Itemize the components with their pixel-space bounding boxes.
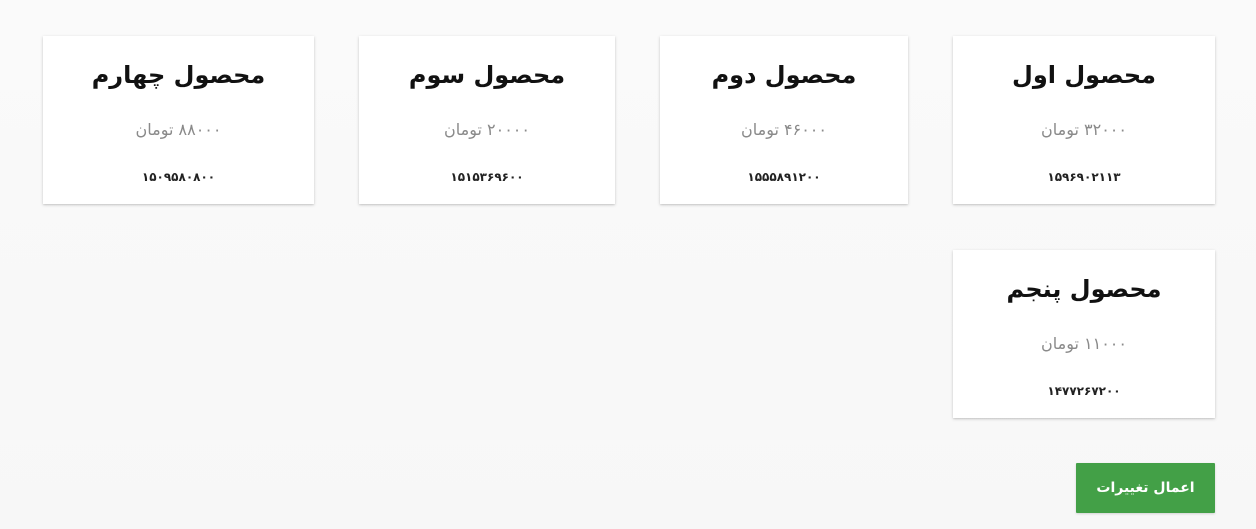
apply-changes-button[interactable]: اعمال تغییرات — [1076, 463, 1215, 513]
product-code: ۱۵۹۶۹۰۲۱۱۳ — [1047, 170, 1121, 184]
product-code: ۱۴۷۷۲۶۷۲۰۰ — [1047, 384, 1121, 398]
product-title: محصول اول — [1012, 61, 1156, 89]
product-code: ۱۵۵۵۸۹۱۲۰۰ — [747, 170, 821, 184]
product-card-1: محصول اول ۳۲۰۰۰ تومان ۱۵۹۶۹۰۲۱۱۳ — [953, 36, 1215, 204]
product-card-5: محصول پنجم ۱۱۰۰۰ تومان ۱۴۷۷۲۶۷۲۰۰ — [953, 250, 1215, 418]
product-title: محصول پنجم — [1006, 275, 1162, 303]
product-card-3: محصول سوم ۲۰۰۰۰ تومان ۱۵۱۵۳۶۹۶۰۰ — [359, 36, 615, 204]
product-title: محصول چهارم — [91, 61, 266, 89]
product-card-4: محصول چهارم ۸۸۰۰۰ تومان ۱۵۰۹۵۸۰۸۰۰ — [43, 36, 314, 204]
product-code: ۱۵۱۵۳۶۹۶۰۰ — [450, 170, 524, 184]
product-title: محصول دوم — [711, 61, 857, 89]
product-price: ۲۰۰۰۰ تومان — [444, 120, 530, 139]
product-card-2: محصول دوم ۴۶۰۰۰ تومان ۱۵۵۵۸۹۱۲۰۰ — [660, 36, 908, 204]
product-title: محصول سوم — [408, 61, 566, 89]
products-page: محصول اول ۳۲۰۰۰ تومان ۱۵۹۶۹۰۲۱۱۳ محصول د… — [0, 0, 1256, 529]
product-price: ۳۲۰۰۰ تومان — [1041, 120, 1127, 139]
product-price: ۸۸۰۰۰ تومان — [135, 120, 222, 139]
product-price: ۴۶۰۰۰ تومان — [741, 120, 827, 139]
product-code: ۱۵۰۹۵۸۰۸۰۰ — [141, 170, 216, 184]
product-price: ۱۱۰۰۰ تومان — [1041, 334, 1127, 353]
